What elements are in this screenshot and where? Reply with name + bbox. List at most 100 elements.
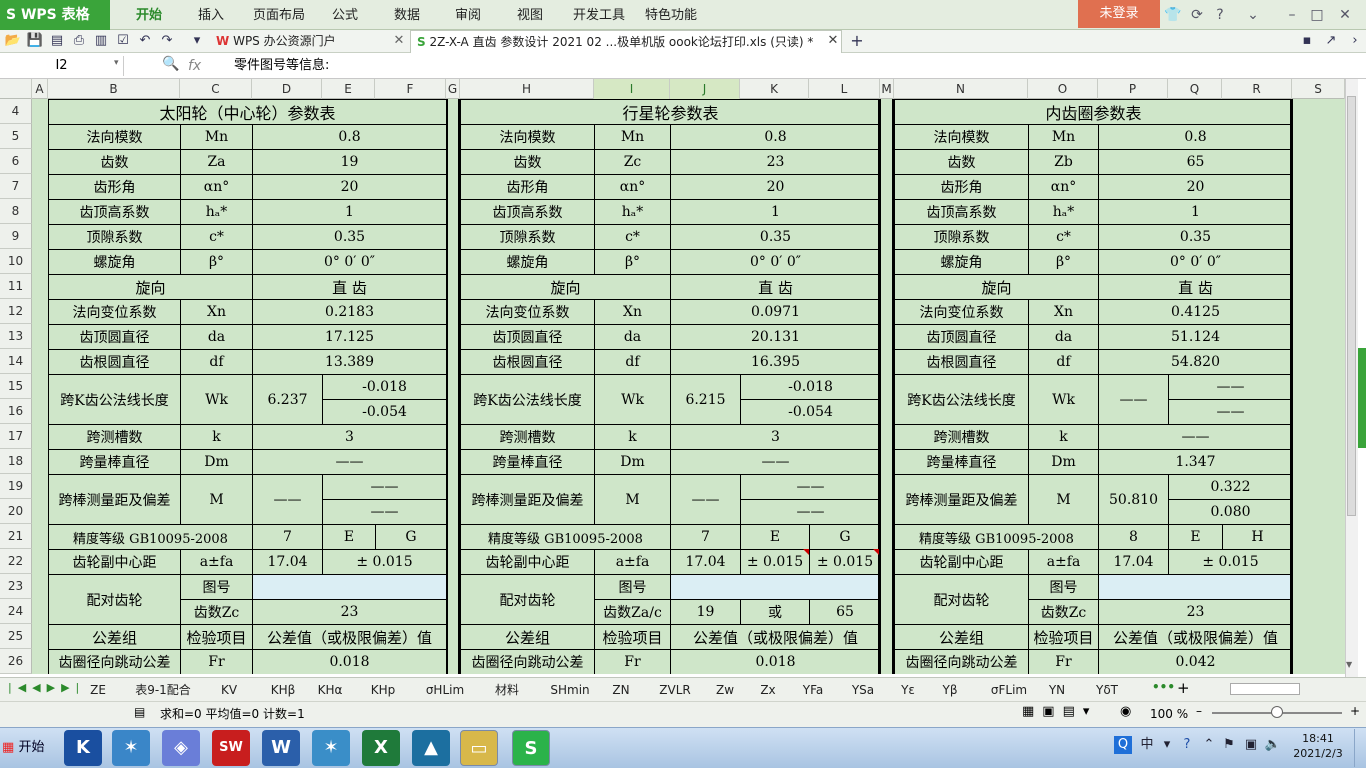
network-icon[interactable]: ▣ <box>1242 736 1260 754</box>
zoom-search-icon[interactable]: 🔍 <box>162 56 179 72</box>
sheet-tab[interactable]: KV <box>214 680 244 700</box>
row-header-12[interactable]: 12 <box>0 299 32 324</box>
column-header-k[interactable]: K <box>740 79 809 99</box>
collapse-ribbon-icon[interactable]: ⌄ <box>1243 5 1263 25</box>
row-header-15[interactable]: 15 <box>0 374 32 399</box>
column-header-b[interactable]: B <box>48 79 180 99</box>
column-header-d[interactable]: D <box>252 79 322 99</box>
column-header-m[interactable]: M <box>880 79 894 99</box>
tab-portal[interactable]: W WPS 办公资源门户 <box>210 30 410 53</box>
row-header-24[interactable]: 24 <box>0 599 32 624</box>
sheet-tab[interactable]: 表9-1配合 <box>132 680 194 700</box>
sheet-tab[interactable]: YN <box>1046 680 1068 700</box>
sheet-tab[interactable]: YFa <box>800 680 826 700</box>
sheet-tab[interactable]: ZE <box>86 680 110 700</box>
zoom-slider-thumb[interactable] <box>1271 706 1283 718</box>
vertical-scroll-thumb[interactable] <box>1347 96 1356 516</box>
tab-pin-icon[interactable]: ↗ <box>1322 32 1340 50</box>
sheet-tab[interactable]: σHLim <box>420 680 470 700</box>
row-header-5[interactable]: 5 <box>0 124 32 149</box>
save-icon[interactable]: 💾 <box>26 32 44 50</box>
row-header-22[interactable]: 22 <box>0 549 32 574</box>
print-preview-icon[interactable]: ▥ <box>92 32 110 50</box>
column-header-e[interactable]: E <box>322 79 375 99</box>
comment-marker[interactable] <box>803 549 809 555</box>
spreadsheet-grid[interactable]: 太阳轮（中心轮）参数表 法向模数 Mn 0.8 齿数 Za 19 齿形角 αn° 20 齿顶高系数 h… <box>32 99 1345 674</box>
close-tab-icon[interactable]: ✕ <box>390 32 408 50</box>
column-header-g[interactable]: G <box>446 79 460 99</box>
sheet-tab[interactable]: KHp <box>366 680 400 700</box>
sheet-tab[interactable]: SHmin <box>545 680 595 700</box>
minimize-icon[interactable]: – <box>1282 5 1302 25</box>
row-header-10[interactable]: 10 <box>0 249 32 274</box>
row-header-20[interactable]: 20 <box>0 499 32 524</box>
tray-expand-icon[interactable]: ⌃ <box>1200 736 1218 754</box>
side-panel-toggle[interactable] <box>1358 348 1366 448</box>
tray-flag-icon[interactable]: ⚑ <box>1220 736 1238 754</box>
tab-list-icon[interactable]: ▪ <box>1298 32 1316 50</box>
menu-special[interactable]: 特色功能 <box>645 0 697 30</box>
sheet-tab[interactable]: ZVLR <box>655 680 695 700</box>
row-header-21[interactable]: 21 <box>0 524 32 549</box>
pdf-icon[interactable]: ▤ <box>48 32 66 50</box>
sheet-tab[interactable]: Yβ <box>940 680 960 700</box>
row-header-17[interactable]: 17 <box>0 424 32 449</box>
menu-data[interactable]: 数据 <box>394 0 420 30</box>
column-header-o[interactable]: O <box>1028 79 1098 99</box>
sheet-tab[interactable]: 材料 <box>489 680 525 700</box>
close-doc-tab-icon[interactable]: ✕ <box>824 32 842 50</box>
ime-icon[interactable]: 中 <box>1138 736 1156 754</box>
print-icon[interactable]: ⎙ <box>70 32 88 50</box>
k-app-icon[interactable]: K <box>64 730 102 766</box>
sheet-tab[interactable]: Yε <box>898 680 918 700</box>
row-header-6[interactable]: 6 <box>0 149 32 174</box>
sheet-tab[interactable]: Zx <box>758 680 778 700</box>
system-clock[interactable]: 18:41 2021/2/3 <box>1290 731 1346 761</box>
select-all-corner[interactable] <box>0 79 32 99</box>
zoom-in-icon[interactable]: + <box>1350 704 1360 718</box>
column-header-j[interactable]: J <box>670 79 740 99</box>
horizontal-scrollbar[interactable] <box>1230 683 1300 695</box>
column-header-n[interactable]: N <box>894 79 1028 99</box>
more-sheets-icon[interactable]: ••• <box>1152 680 1175 694</box>
row-header-8[interactable]: 8 <box>0 199 32 224</box>
drawing-app-icon[interactable]: ▲ <box>412 730 450 766</box>
menu-review[interactable]: 审阅 <box>455 0 481 30</box>
row-header-14[interactable]: 14 <box>0 349 32 374</box>
tab-document[interactable]: S 2Z-X-A 直齿 参数设计 2021 02 ...极单机版 oook论坛打… <box>410 30 842 53</box>
name-box[interactable]: I2 <box>0 56 124 76</box>
column-header-c[interactable]: C <box>180 79 252 99</box>
new-tab-icon[interactable]: + <box>848 32 866 50</box>
menu-page-layout[interactable]: 页面布局 <box>253 0 305 30</box>
start-button[interactable]: ▦ 开始 <box>2 731 56 764</box>
undo-icon[interactable]: ↶ <box>136 32 154 50</box>
formula-input[interactable]: 零件图号等信息: <box>234 56 329 76</box>
mathcad-icon[interactable]: ✶ <box>112 730 150 766</box>
sheet-tab[interactable]: YδT <box>1092 680 1122 700</box>
row-header-26[interactable]: 26 <box>0 649 32 674</box>
share-icon[interactable]: ⟳ <box>1187 5 1207 25</box>
scroll-down-icon[interactable]: ▼ <box>1346 660 1352 669</box>
eye-protect-icon[interactable]: ◉ <box>1120 704 1131 719</box>
volume-icon[interactable]: 🔈 <box>1264 736 1282 754</box>
column-header-a[interactable]: A <box>32 79 48 99</box>
menu-view[interactable]: 视图 <box>517 0 543 30</box>
row-header-7[interactable]: 7 <box>0 174 32 199</box>
row-header-19[interactable]: 19 <box>0 474 32 499</box>
close-icon[interactable]: ✕ <box>1335 5 1355 25</box>
sheet-tab[interactable]: Zw <box>714 680 736 700</box>
column-header-q[interactable]: Q <box>1168 79 1222 99</box>
column-header-f[interactable]: F <box>375 79 446 99</box>
menu-formula[interactable]: 公式 <box>332 0 358 30</box>
row-header-18[interactable]: 18 <box>0 449 32 474</box>
excel-icon[interactable]: X <box>362 730 400 766</box>
row-header-23[interactable]: 23 <box>0 574 32 599</box>
open-folder-icon[interactable]: 📂 <box>4 32 22 50</box>
sheet-tab[interactable]: σFLim <box>984 680 1034 700</box>
add-sheet-icon[interactable]: + <box>1177 679 1190 697</box>
sheet-tab[interactable]: KHα <box>313 680 347 700</box>
spellcheck-icon[interactable]: ☑ <box>114 32 132 50</box>
show-desktop-button[interactable] <box>1354 729 1366 767</box>
menu-insert[interactable]: 插入 <box>198 0 224 30</box>
redo-icon[interactable]: ↷ <box>158 32 176 50</box>
